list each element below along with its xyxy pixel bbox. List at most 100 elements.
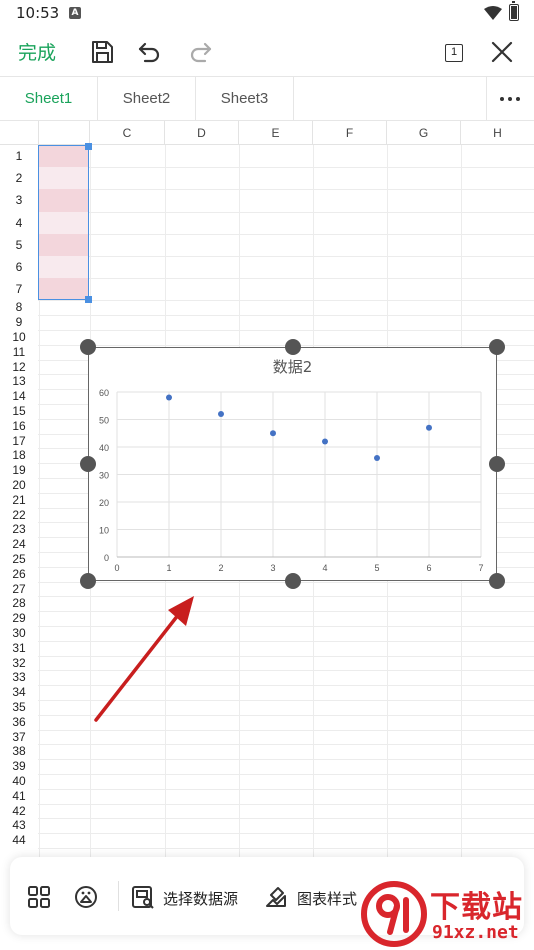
grid-row-line [38,167,534,169]
page-count-button[interactable]: 1 [445,44,463,62]
row-header[interactable]: 12 [0,360,38,375]
watermark-url: 91xz.net [432,922,519,943]
resize-handle-right[interactable] [489,456,505,472]
resize-handle-bottom-left[interactable] [80,573,96,589]
row-header[interactable]: 31 [0,641,38,656]
row-header[interactable]: 41 [0,789,38,804]
selection-handle[interactable] [85,296,92,304]
row-header[interactable]: 42 [0,804,38,819]
grid-row-line [38,774,534,775]
watermark-brand: 下载站 [430,890,523,925]
more-tabs-icon[interactable] [486,77,534,121]
col-header-f[interactable]: F [313,121,387,145]
resize-handle-top[interactable] [285,339,301,355]
row-header[interactable]: 2 [0,167,38,189]
select-data-icon[interactable] [131,885,155,909]
grid-row-line [38,330,534,331]
row-header[interactable]: 34 [0,685,38,700]
y-tick-label: 60 [99,388,109,398]
row-header[interactable]: 6 [0,256,38,278]
tab-sheet1[interactable]: Sheet1 [0,77,98,121]
row-header[interactable]: 23 [0,522,38,537]
row-header[interactable]: 33 [0,670,38,685]
grid-row-line [38,729,534,731]
undo-icon[interactable] [136,38,164,66]
row-header[interactable]: 24 [0,537,38,552]
chart-style-button[interactable]: 图表样式 [297,888,357,909]
row-header[interactable]: 29 [0,611,38,626]
row-header[interactable]: 37 [0,730,38,745]
x-tick-label: 6 [426,563,431,573]
row-header[interactable]: 40 [0,774,38,789]
grid-layout-icon[interactable] [27,885,51,909]
data-point [322,438,328,445]
grid-row-line [38,759,534,761]
col-header-h[interactable]: H [461,121,534,145]
data-point [270,430,276,437]
row-header[interactable]: 35 [0,700,38,715]
row-header[interactable]: 25 [0,552,38,567]
row-header[interactable]: 15 [0,404,38,419]
notification-icon: A [69,7,81,19]
grid-row-line [38,803,534,805]
resize-handle-left[interactable] [80,456,96,472]
row-header[interactable]: 32 [0,656,38,671]
wifi-icon [484,6,502,20]
row-header[interactable]: 30 [0,626,38,641]
grid-row-line [38,744,534,746]
grid-row-line [38,256,534,257]
battery-icon [509,1,519,21]
row-header[interactable]: 11 [0,345,38,360]
row-header[interactable]: 7 [0,278,38,300]
grid-row-line [38,300,534,302]
row-header[interactable]: 19 [0,463,38,478]
row-header[interactable]: 17 [0,434,38,449]
done-button[interactable]: 完成 [18,38,56,65]
tab-sheet3[interactable]: Sheet3 [196,77,294,121]
row-header[interactable]: 9 [0,315,38,330]
row-header[interactable]: 21 [0,493,38,508]
col-header-hidden[interactable] [39,121,90,145]
corner-cell[interactable] [0,121,39,145]
row-header[interactable]: 22 [0,508,38,523]
resize-handle-bottom[interactable] [285,573,301,589]
row-header[interactable]: 18 [0,448,38,463]
row-header[interactable]: 3 [0,189,38,211]
row-header[interactable]: 4 [0,212,38,234]
row-header[interactable]: 26 [0,567,38,582]
chart-element-icon[interactable] [74,885,98,909]
tab-sheet2[interactable]: Sheet2 [98,77,196,121]
col-header-e[interactable]: E [239,121,313,145]
save-icon[interactable] [88,38,116,66]
row-header[interactable]: 5 [0,234,38,256]
row-header[interactable]: 1 [0,145,38,167]
grid-row-line [38,833,534,835]
chart-title: 数据2 [272,358,313,376]
resize-handle-top-right[interactable] [489,339,505,355]
resize-handle-top-left[interactable] [80,339,96,355]
row-header[interactable]: 27 [0,582,38,597]
select-data-source-button[interactable]: 选择数据源 [163,888,238,909]
row-header[interactable]: 38 [0,744,38,759]
row-header[interactable]: 8 [0,300,38,315]
row-header[interactable]: 10 [0,330,38,345]
row-header[interactable]: 14 [0,389,38,404]
x-tick-label: 3 [270,563,275,573]
row-header[interactable]: 13 [0,374,38,389]
row-header[interactable]: 39 [0,759,38,774]
resize-handle-bottom-right[interactable] [489,573,505,589]
row-header[interactable]: 20 [0,478,38,493]
col-header-d[interactable]: D [165,121,239,145]
chart-style-icon[interactable] [264,885,288,909]
col-header-c[interactable]: C [90,121,165,145]
redo-icon[interactable] [186,38,214,66]
col-header-g[interactable]: G [387,121,461,145]
selection-handle[interactable] [85,143,92,150]
row-header[interactable]: 44 [0,833,38,848]
row-header[interactable]: 28 [0,596,38,611]
close-icon[interactable] [488,38,516,66]
row-header[interactable]: 36 [0,715,38,730]
row-header[interactable]: 16 [0,419,38,434]
y-tick-label: 50 [99,416,109,426]
row-header[interactable]: 43 [0,818,38,833]
